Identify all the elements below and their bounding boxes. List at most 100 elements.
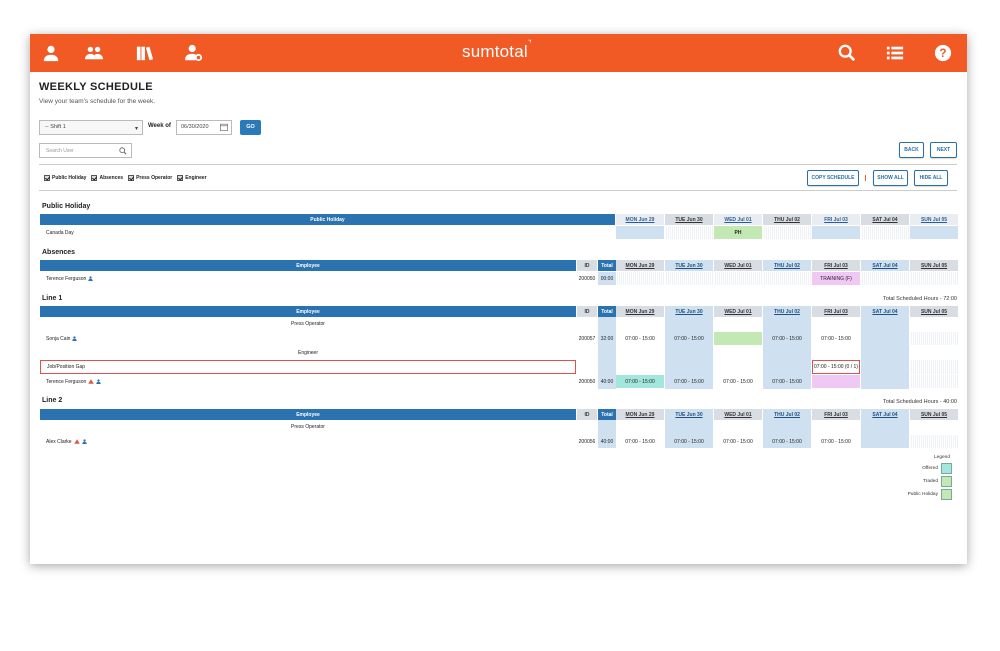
day-header[interactable]: FRI Jul 03	[812, 409, 860, 420]
day-header[interactable]: SUN Jul 05	[910, 260, 958, 271]
column-header: Public Holiday	[40, 214, 615, 225]
go-button[interactable]: GO	[240, 120, 261, 135]
day-header[interactable]: FRI Jul 03	[812, 260, 860, 271]
checkbox-icon[interactable]	[128, 175, 135, 181]
day-header[interactable]: TUE Jun 30	[665, 214, 713, 225]
help-icon[interactable]: ?	[934, 44, 952, 62]
employee-cell[interactable]: Terence Ferguson	[40, 272, 576, 285]
column-header: ID	[577, 409, 597, 420]
week-date-input[interactable]: 06/30/2020	[176, 120, 232, 135]
shift-cell[interactable]: 07:00 - 15:00	[616, 332, 664, 345]
filter-press-operator[interactable]: Press Operator	[128, 175, 172, 181]
day-header[interactable]: TUE Jun 30	[665, 260, 713, 271]
shift-cell[interactable]: 07:00 - 15:00	[763, 332, 811, 345]
shift-cell[interactable]: 07:00 - 15:00	[763, 435, 811, 448]
shift-cell[interactable]: 07:00 - 15:00	[616, 375, 664, 388]
shift-cell[interactable]: 07:00 - 15:00	[665, 375, 713, 388]
employee-cell[interactable]: Alex Clarke	[40, 435, 576, 448]
back-button[interactable]: BACK	[899, 142, 924, 158]
shift-cell[interactable]: 07:00 - 15:00	[714, 375, 762, 388]
employee-total: 40:00	[600, 378, 614, 385]
day-header[interactable]: SUN Jul 05	[910, 409, 958, 420]
section-title-absences: Absences	[42, 249, 76, 256]
day-header[interactable]: WED Jul 01	[714, 306, 762, 317]
legend-label: Offered	[922, 466, 938, 471]
calendar-icon[interactable]	[220, 123, 228, 131]
filter-public-holiday[interactable]: Public Holiday	[44, 175, 86, 181]
line-2-total-hours: Total Scheduled Hours - 40:00	[883, 399, 957, 405]
hide-all-button[interactable]: HIDE ALL	[914, 170, 948, 186]
gap-shift-cell[interactable]: 07:00 - 15:00 (0 / 1)	[812, 360, 860, 374]
user-settings-icon[interactable]	[185, 44, 203, 62]
column-header: Employee	[40, 306, 576, 317]
employee-cell[interactable]: Terence Ferguson	[40, 375, 576, 388]
user-icon[interactable]	[42, 44, 60, 62]
day-header[interactable]: MON Jun 29	[616, 260, 664, 271]
shift-cell[interactable]: 07:00 - 15:00	[714, 435, 762, 448]
list-icon[interactable]	[886, 44, 904, 62]
day-header[interactable]: FRI Jul 03	[812, 306, 860, 317]
day-header[interactable]: SAT Jul 04	[861, 306, 909, 317]
table-row: Canada Day PH	[40, 226, 958, 239]
next-button[interactable]: NEXT	[930, 142, 957, 158]
shift-cell[interactable]: 07:00 - 15:00	[812, 435, 860, 448]
checkbox-icon[interactable]	[177, 175, 184, 181]
holiday-cell[interactable]	[714, 332, 762, 345]
day-header[interactable]: TUE Jun 30	[665, 306, 713, 317]
shift-cell[interactable]: 07:00 - 15:00	[665, 332, 713, 345]
svg-text:?: ?	[939, 47, 946, 60]
day-header[interactable]: SAT Jul 04	[861, 260, 909, 271]
day-cell	[665, 226, 713, 239]
library-icon[interactable]	[136, 44, 154, 62]
day-header[interactable]: WED Jul 01	[714, 409, 762, 420]
day-header[interactable]: TUE Jun 30	[665, 409, 713, 420]
employee-id: 200050	[578, 378, 596, 385]
employee-total: 00:00	[598, 272, 616, 285]
filter-engineer[interactable]: Engineer	[177, 175, 207, 181]
checkbox-icon[interactable]	[91, 175, 98, 181]
day-cell	[763, 272, 811, 285]
day-header[interactable]: MON Jun 29	[616, 214, 664, 225]
person-icon	[81, 439, 87, 444]
search-icon[interactable]	[119, 147, 127, 155]
copy-schedule-button[interactable]: COPY SCHEDULE	[807, 170, 859, 186]
day-header[interactable]: THU Jul 02	[763, 306, 811, 317]
shift-cell[interactable]: 07:00 - 15:00	[665, 435, 713, 448]
day-header[interactable]: FRI Jul 03	[812, 214, 860, 225]
day-header[interactable]: WED Jul 01	[714, 214, 762, 225]
show-all-button[interactable]: SHOW ALL	[873, 170, 908, 186]
day-header[interactable]: WED Jul 01	[714, 260, 762, 271]
position-gap-label[interactable]: Job/Position Gap	[40, 360, 576, 374]
day-header[interactable]: SAT Jul 04	[861, 409, 909, 420]
day-header[interactable]: SUN Jul 05	[910, 214, 958, 225]
day-header[interactable]: MON Jun 29	[616, 409, 664, 420]
day-header[interactable]: THU Jul 02	[763, 409, 811, 420]
holiday-badge[interactable]: PH	[714, 226, 762, 239]
role-label: Press Operator	[291, 320, 325, 327]
search-user-input[interactable]: Search User	[39, 143, 132, 158]
day-header[interactable]: SUN Jul 05	[910, 306, 958, 317]
team-icon[interactable]	[85, 44, 103, 62]
shift-cell[interactable]: 07:00 - 15:00	[616, 435, 664, 448]
filter-absences[interactable]: Absences	[91, 175, 123, 181]
day-header[interactable]: MON Jun 29	[616, 306, 664, 317]
day-header[interactable]: SAT Jul 04	[861, 214, 909, 225]
warning-icon	[88, 379, 95, 384]
absence-entry[interactable]: TRAINING (F)	[812, 272, 860, 285]
column-header: ID	[577, 306, 597, 317]
shift-select[interactable]: -- Shift 1 ▾	[39, 120, 143, 135]
day-header[interactable]: THU Jul 02	[763, 214, 811, 225]
page-title: WEEKLY SCHEDULE	[39, 81, 153, 93]
shift-cell[interactable]: 07:00 - 15:00	[812, 332, 860, 345]
brand-logo: sumtotal⌝	[462, 39, 532, 61]
separator	[865, 175, 866, 181]
table-row: Terence Ferguson 200050 40:00 07:00 - 15…	[40, 375, 958, 388]
day-header[interactable]: THU Jul 02	[763, 260, 811, 271]
absence-cell[interactable]	[812, 375, 860, 388]
employee-cell[interactable]: Sonja Cain	[40, 332, 576, 345]
employee-id: 200050	[578, 275, 596, 282]
checkbox-icon[interactable]	[44, 175, 50, 181]
shift-cell[interactable]: 07:00 - 15:00	[763, 375, 811, 388]
search-icon[interactable]	[838, 44, 856, 62]
absences-header: Employee ID Total MON Jun 29 TUE Jun 30 …	[40, 260, 958, 271]
